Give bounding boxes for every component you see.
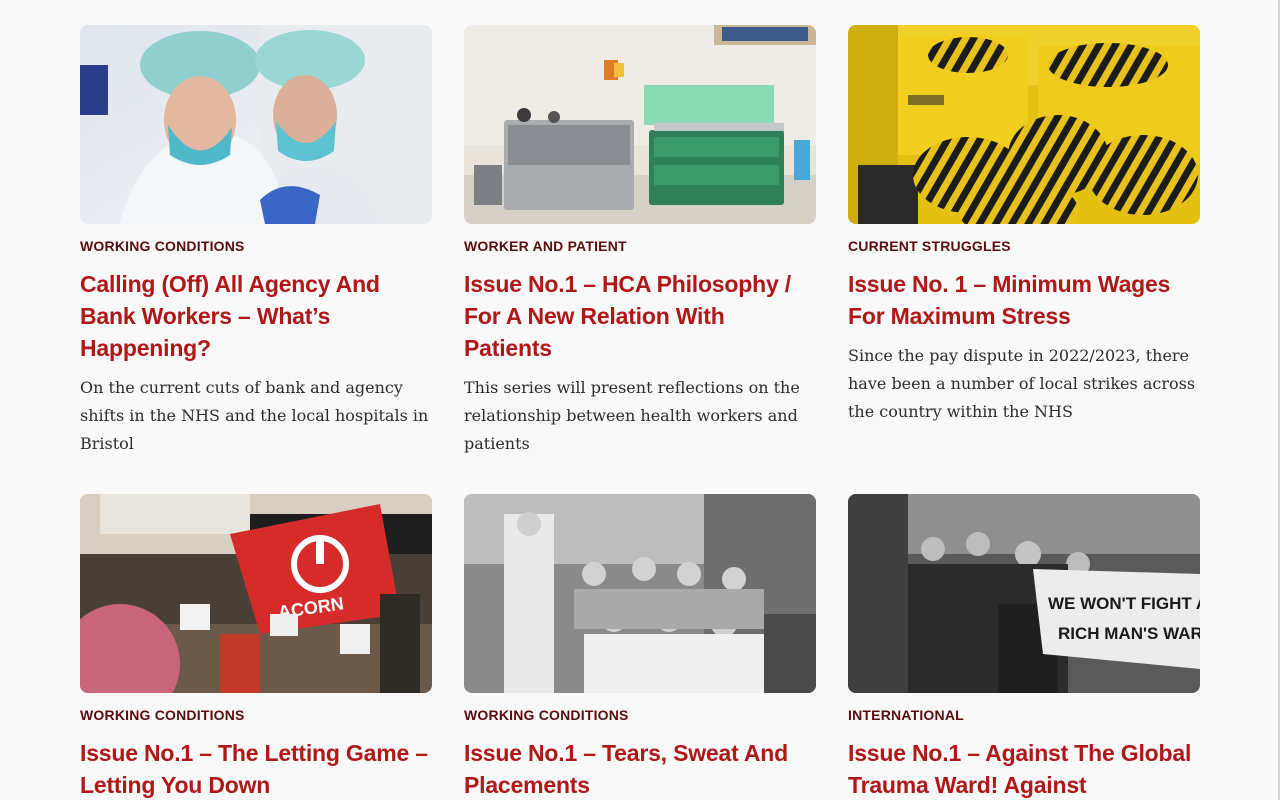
article-category[interactable]: WORKING CONDITIONS [80, 238, 432, 254]
article-title[interactable]: Issue No.1 – Tears, Sweat And Placements [464, 737, 816, 800]
article-listing-page: WORKING CONDITIONS Calling (Off) All Age… [0, 0, 1280, 800]
article-excerpt: Since the pay dispute in 2022/2023, ther… [848, 346, 1196, 421]
article-grid: WORKING CONDITIONS Calling (Off) All Age… [80, 25, 1200, 800]
article-thumbnail-waste-bags[interactable] [848, 25, 1200, 224]
article-card[interactable]: WE WON'T FIGHT ANOTH RICH MAN'S WAR!!! I… [848, 494, 1200, 800]
article-card[interactable]: ACORN WORKING CONDITIONS Issue No.1 – Th… [80, 494, 432, 800]
nursing-students-classroom-image [464, 494, 816, 693]
article-thumbnail-nursing-students[interactable] [464, 494, 816, 693]
article-category[interactable]: WORKING CONDITIONS [464, 707, 816, 723]
article-thumbnail-hospital-kitchen[interactable] [464, 25, 816, 224]
banner-text-line1: WE WON'T FIGHT ANOTH [1048, 594, 1200, 613]
article-card[interactable]: CURRENT STRUGGLES Issue No. 1 – Minimum … [848, 25, 1200, 458]
article-excerpt: This series will present reflections on … [464, 378, 800, 453]
article-thumbnail-nurses-embracing[interactable] [80, 25, 432, 224]
nurses-embracing-image [80, 25, 432, 224]
article-card[interactable]: WORKER AND PATIENT Issue No.1 – HCA Phil… [464, 25, 816, 458]
article-title[interactable]: Issue No. 1 – Minimum Wages For Maximum … [848, 268, 1200, 332]
article-title[interactable]: Issue No.1 – Against The Global Trauma W… [848, 737, 1200, 800]
article-excerpt: On the current cuts of bank and agency s… [80, 378, 429, 453]
article-category[interactable]: WORKING CONDITIONS [80, 707, 432, 723]
antiwar-march-image: WE WON'T FIGHT ANOTH RICH MAN'S WAR!!! [848, 494, 1200, 693]
article-thumbnail-acorn-protest[interactable]: ACORN [80, 494, 432, 693]
article-title[interactable]: Issue No.1 – HCA Philosophy / For A New … [464, 268, 816, 364]
article-title[interactable]: Calling (Off) All Agency And Bank Worker… [80, 268, 432, 364]
article-title[interactable]: Issue No.1 – The Letting Game – Letting … [80, 737, 432, 800]
article-thumbnail-antiwar-march[interactable]: WE WON'T FIGHT ANOTH RICH MAN'S WAR!!! [848, 494, 1200, 693]
article-category[interactable]: CURRENT STRUGGLES [848, 238, 1200, 254]
article-category[interactable]: INTERNATIONAL [848, 707, 1200, 723]
banner-text-line2: RICH MAN'S WAR!!! [1058, 624, 1200, 643]
article-card[interactable]: WORKING CONDITIONS Calling (Off) All Age… [80, 25, 432, 458]
clinical-waste-bags-image [848, 25, 1200, 224]
acorn-protest-image: ACORN [80, 494, 432, 693]
article-category[interactable]: WORKER AND PATIENT [464, 238, 816, 254]
article-card[interactable]: WORKING CONDITIONS Issue No.1 – Tears, S… [464, 494, 816, 800]
hospital-kitchen-image [464, 25, 816, 224]
